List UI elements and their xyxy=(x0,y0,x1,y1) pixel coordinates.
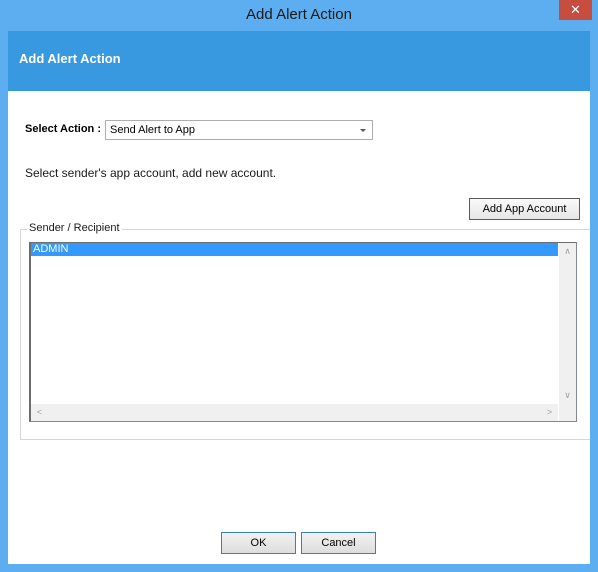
instruction-text: Select sender's app account, add new acc… xyxy=(25,166,277,180)
title-bar[interactable]: Add Alert Action ✕ xyxy=(0,0,598,31)
select-action-dropdown[interactable]: Send Alert to App xyxy=(105,120,373,140)
vertical-scrollbar[interactable]: ∧ ∨ xyxy=(559,243,576,404)
ok-button[interactable]: OK xyxy=(221,532,296,554)
horizontal-scrollbar[interactable]: < > xyxy=(31,404,558,421)
select-action-label: Select Action : xyxy=(25,123,101,135)
scrollbar-corner xyxy=(559,404,576,421)
scroll-right-icon[interactable]: > xyxy=(541,404,558,421)
dialog-client-area: Add Alert Action Select Action : Send Al… xyxy=(8,31,590,564)
dialog-window: Add Alert Action ✕ Add Alert Action Sele… xyxy=(0,0,598,572)
scroll-up-icon[interactable]: ∧ xyxy=(559,243,576,260)
window-title: Add Alert Action xyxy=(246,6,352,23)
group-legend: Sender / Recipient xyxy=(27,222,122,234)
select-action-value: Send Alert to App xyxy=(110,124,196,136)
sender-recipient-group: Sender / Recipient ADMIN ∧ ∨ < > xyxy=(20,222,590,440)
header-band: Add Alert Action xyxy=(8,31,590,91)
close-icon: ✕ xyxy=(570,2,581,17)
cancel-button[interactable]: Cancel xyxy=(301,532,376,554)
close-button[interactable]: ✕ xyxy=(559,0,592,20)
add-app-account-button[interactable]: Add App Account xyxy=(469,198,580,220)
sender-recipient-list[interactable]: ADMIN ∧ ∨ < > xyxy=(29,242,577,422)
chevron-down-icon xyxy=(360,129,366,132)
list-item-admin[interactable]: ADMIN xyxy=(31,243,558,256)
header-title: Add Alert Action xyxy=(19,51,121,66)
scroll-down-icon[interactable]: ∨ xyxy=(559,387,576,404)
scroll-left-icon[interactable]: < xyxy=(31,404,48,421)
